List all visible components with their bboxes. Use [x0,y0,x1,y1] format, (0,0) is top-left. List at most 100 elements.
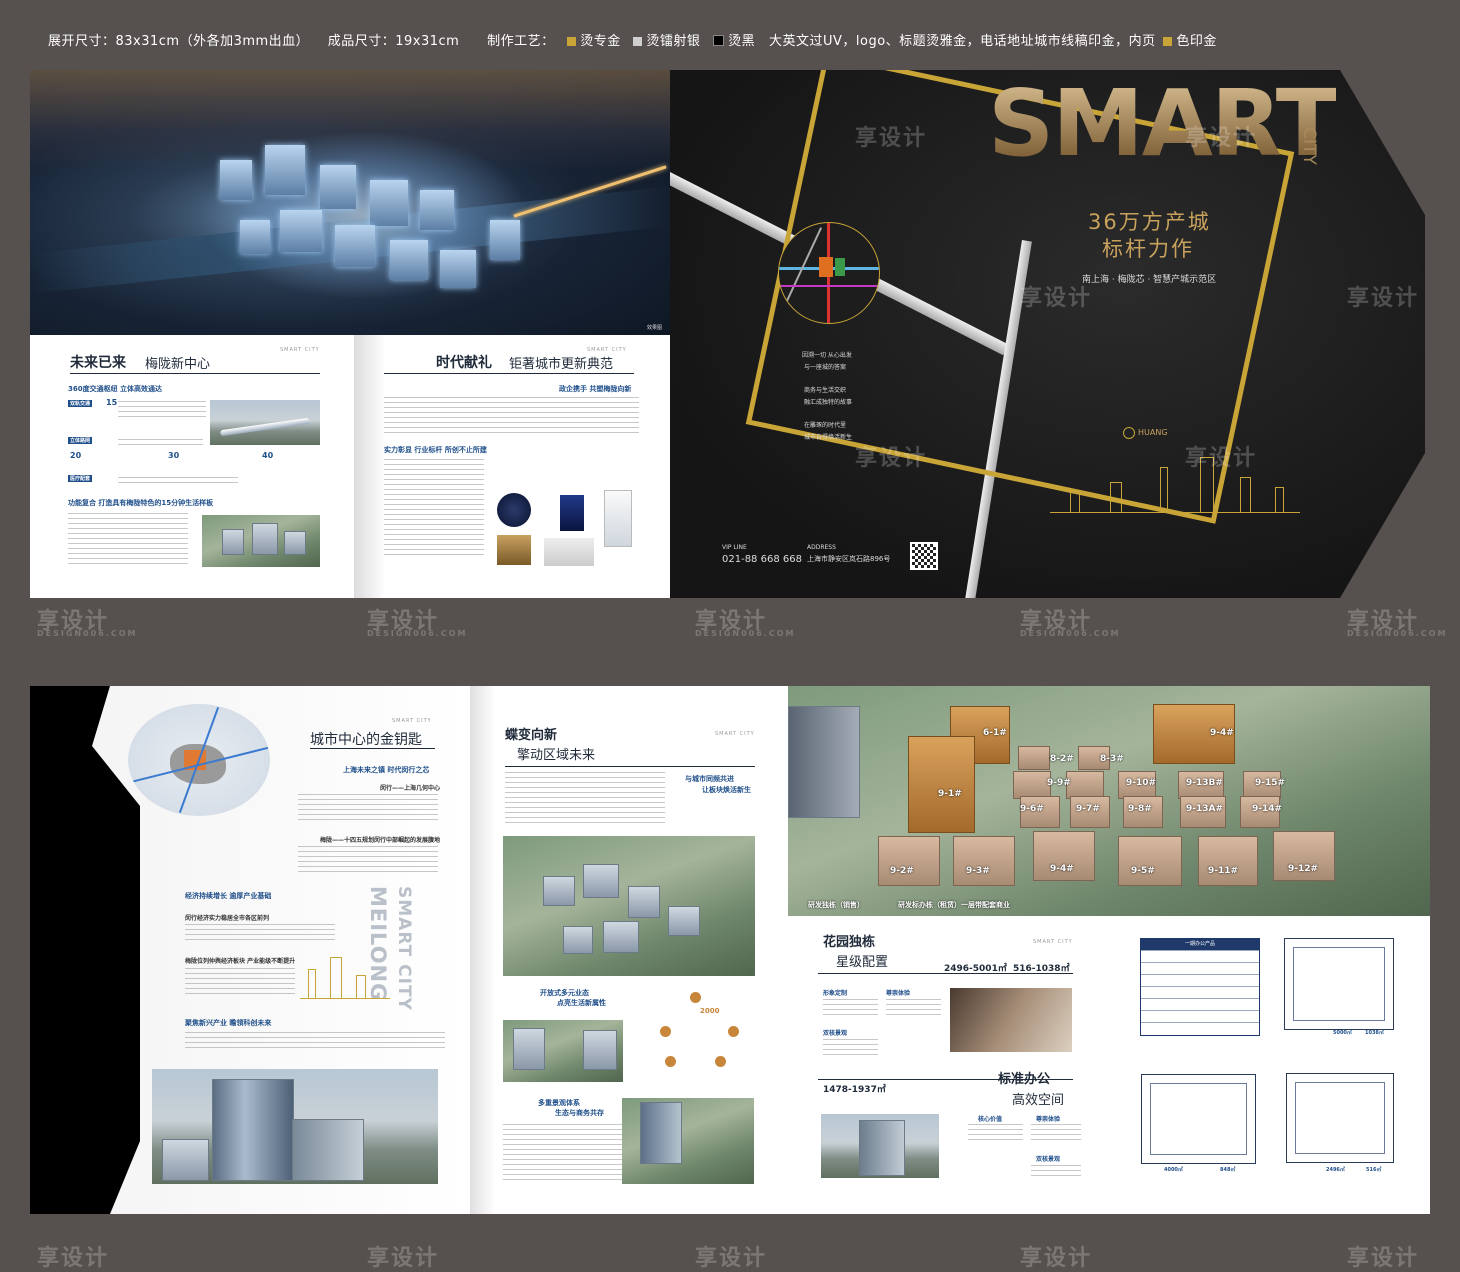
block-label: 9-4# [1210,728,1234,738]
cover-line2: 标杆力作 [1102,237,1194,261]
poem-line1: 因溯一切 从心出发 [802,352,852,359]
poem-line2: 与一座城的答案 [804,364,847,371]
watermark: 享设计 [37,1246,110,1271]
office-tower-photo [152,1069,438,1184]
award-crystal-icon [604,490,632,547]
watermark-sub: DESIGN006.COM [1020,629,1121,638]
plan-area-2: 1038㎡ [1365,1030,1384,1036]
feature-core: 核心价值 [978,1116,1003,1123]
page-future-title-a: 未来已来 [70,355,126,371]
legend-sales: 研发独栋（销售） [808,901,864,909]
block-label: 9-15# [1255,778,1286,788]
plan-area-4: 848㎡ [1220,1167,1236,1173]
award-medal-icon [497,535,531,565]
open-heading: 开放式多元业态 [540,989,589,997]
block-label: 9-5# [1131,866,1155,876]
table-title: 一期办公产品 [1141,939,1259,950]
masterplan-photo [503,836,755,976]
block-label: 9-13B# [1186,778,1223,788]
page-future-title-b: 梅陇新中心 [145,357,211,372]
page-key-tag: SMART CITY [392,718,432,724]
cover-line1: 36万方产城 [1088,210,1211,234]
feature-landscape: 双核景观 [823,1030,848,1037]
stat-icon-2 [660,1026,671,1037]
watermark-sub: DESIGN006.COM [1347,629,1448,638]
watermark: 享设计 [1020,286,1093,311]
poem-line4: 融汇成独特的故事 [804,399,853,406]
badge-rail: 双轨交通 [68,400,93,407]
transit-heading: 360度交通枢纽 立体高效通达 [68,385,163,393]
landscape-heading: 多重景观体系 [538,1099,580,1107]
streetscape-photo [503,1020,623,1082]
page-future-tag: SMART CITY [280,347,320,353]
block-label: 9-13A# [1186,804,1224,814]
cover-sub: 南上海 · 梅陇芯 · 智慧产城示范区 [1082,275,1217,285]
key-heading1: 上海未来之镇 时代闵行之芯 [343,766,430,774]
page-transform-tag: SMART CITY [715,731,755,737]
page-future: 未来已来 梅陇新中心 SMART CITY 360度交通枢纽 立体高效通达 双轨… [30,335,354,598]
craft-silver: 烫镭射银 [646,34,701,49]
industry-heading: 聚焦新兴产业 瞻领科创未来 [185,1019,272,1027]
block-label: 9-10# [1126,778,1157,788]
block-aerial-photo: 6-1# 8-2# 8-3# 9-4# 9-1# 9-9# 9-10# 9-13… [788,686,1430,916]
gov-heading: 政企携手 共塑梅陇向新 [559,385,632,393]
page-transform-title-b: 擎动区域未来 [517,748,596,763]
page-products: 6-1# 8-2# 8-3# 9-4# 9-1# 9-9# 9-10# 9-13… [788,686,1430,1214]
legend-lease: 研发标办栋（租赁）一层带配套商业 [898,901,1010,909]
brand-logo-icon [1123,427,1135,439]
stat-icon-1 [690,992,701,1003]
craft-rest: 大英文过UV，logo、标题烫雅金，电话地址城市线稿印金，内页 [769,34,1156,49]
watermark: 享设计 [855,126,928,151]
poem-line3: 商务与生活交织 [804,387,847,394]
stat-icon-3 [728,1026,739,1037]
flap-page: SMART CITY 城市中心的金钥匙 上海未来之镇 时代闵行之芯 闵行——上海… [30,686,470,1214]
stat-30: 30 [168,451,180,460]
watermark-sub: DESIGN006.COM [695,629,796,638]
garden-title-a: 花园独栋 [823,935,876,950]
feature-landscape2: 双核景观 [1036,1156,1061,1163]
products-tag: SMART CITY [1033,939,1073,945]
floor-plan-2496 [1286,1073,1394,1163]
block-label: 9-1# [938,789,962,799]
block-label: 9-11# [1208,866,1239,876]
block-label: 9-8# [1128,804,1152,814]
strength-heading: 实力彰显 行业标杆 所创不止所建 [384,446,487,454]
address-text: 上海市静安区岚石路896号 [807,555,891,563]
block-label: 9-14# [1252,804,1283,814]
transform-heading1b: 让板块焕活新生 [702,786,751,794]
watermark-sub: DESIGN006.COM [367,629,468,638]
economy-sub: 闵行经济实力稳居全市各区前列 [185,915,270,922]
stat-icon-4 [665,1056,676,1067]
feature-honor: 尊崇体验 [886,990,911,997]
stat-40: 40 [262,451,274,460]
facade-photo [950,988,1072,1052]
page-tribute: 时代献礼 钜著城市更新典范 SMART CITY 政企携手 共塑梅陇向新 实力彰… [354,335,670,598]
craft-label: 制作工艺： [487,34,555,49]
watermark: 享设计 [1347,1246,1420,1271]
block-label: 8-2# [1050,754,1074,764]
block-label: 9-12# [1288,864,1319,874]
garden-photo [622,1098,754,1184]
black-swatch-icon [713,35,725,46]
economy-heading: 经济持续增长 逾厚产业基础 [185,892,272,900]
block-label: 9-2# [890,866,914,876]
stat-2000: 2000 [700,1007,720,1015]
craft-color: 色印金 [1176,34,1217,49]
transform-heading1: 与城市同频共进 [685,775,734,783]
location-map-icon [778,222,880,324]
product-table: 一期办公产品 [1140,938,1260,1036]
finished-size: 成品尺寸：19x31cm [327,34,460,49]
office-title-a: 标准办公 [998,1072,1051,1087]
floor-plan-5000 [1284,938,1394,1030]
page-tribute-title-a: 时代献礼 [436,355,492,371]
cover: SMART CITY 36万方产城 标杆力作 南上海 · 梅陇芯 · 智慧产城示… [670,70,1425,598]
key-sub1: 闵行——上海几何中心 [380,785,441,792]
badge-road: 立体路网 [68,437,93,444]
function-heading: 功能复合 打造具有梅陇特色的15分钟生活样板 [68,499,214,507]
key-sub2: 梅陇——十四五规划闵行中部崛起的发展腹地 [320,837,441,844]
vip-phone: 021-88 668 668 [722,554,802,565]
skyline-line-art [1050,455,1300,513]
area-office: 1478-1937㎡ [823,1085,886,1095]
landscape-heading-b: 生态与商务共存 [555,1109,604,1117]
badge-rail-value: 15 [106,398,118,407]
